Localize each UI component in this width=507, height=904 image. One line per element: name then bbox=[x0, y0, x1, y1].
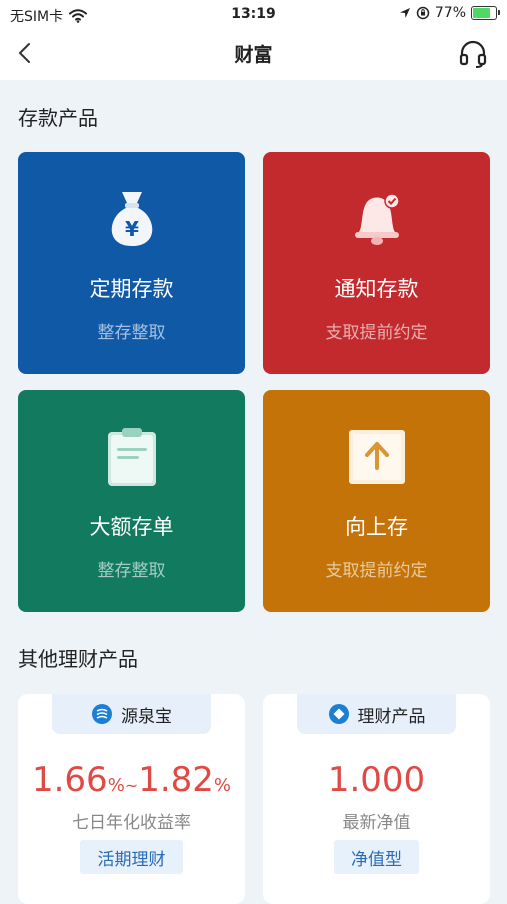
tile-fixed-deposit[interactable]: ¥ 定期存款 整存整取 bbox=[18, 152, 245, 374]
other-section-title: 其他理财产品 bbox=[18, 647, 138, 671]
card-tag-label: 理财产品 bbox=[357, 706, 426, 727]
status-right: 77% bbox=[399, 5, 500, 21]
wealth-product-logo-icon bbox=[328, 704, 349, 724]
range-separator: ~ bbox=[124, 776, 139, 795]
money-bag-icon: ¥ bbox=[111, 192, 152, 246]
card-type-badge: 活期理财 bbox=[80, 840, 183, 874]
status-bar: 无SIM卡 13:19 77% bbox=[0, 0, 507, 30]
yield-low: 1.66 bbox=[31, 760, 108, 800]
arrow-up-icon bbox=[348, 430, 405, 484]
tile-subtitle: 支取提前约定 bbox=[325, 561, 428, 581]
card-caption: 最新净值 bbox=[342, 813, 411, 833]
card-type-badge: 净值型 bbox=[334, 840, 419, 874]
battery-percent: 77% bbox=[434, 5, 466, 21]
nav-bar: 财富 bbox=[0, 30, 507, 80]
card-wealth-product[interactable]: 理财产品 1.000 最新净值 净值型 bbox=[263, 694, 490, 904]
bell-icon bbox=[354, 193, 400, 245]
svg-text:¥: ¥ bbox=[125, 217, 139, 241]
card-yuanquanbao[interactable]: 源泉宝 1.66%~1.82% 七日年化收益率 活期理财 bbox=[18, 694, 245, 904]
headset-support-icon[interactable] bbox=[457, 38, 489, 70]
tile-title: 大额存单 bbox=[89, 515, 174, 539]
percent-sign: % bbox=[107, 775, 125, 796]
card-caption: 七日年化收益率 bbox=[72, 813, 191, 833]
card-tag: 理财产品 bbox=[297, 694, 456, 734]
yuanquanbao-logo-icon bbox=[92, 704, 112, 724]
net-value: 1.000 bbox=[327, 760, 426, 800]
tile-title: 通知存款 bbox=[334, 277, 419, 301]
tile-subtitle: 整存整取 bbox=[97, 561, 166, 581]
yield-high: 1.82 bbox=[138, 760, 214, 800]
tile-large-deposit[interactable]: 大额存单 整存整取 bbox=[18, 390, 245, 612]
tile-step-up-deposit[interactable]: 向上存 支取提前约定 bbox=[263, 390, 490, 612]
deposit-section-title: 存款产品 bbox=[18, 106, 98, 130]
tile-title: 向上存 bbox=[345, 515, 408, 539]
card-tag-label: 源泉宝 bbox=[121, 706, 172, 727]
tile-subtitle: 整存整取 bbox=[97, 323, 166, 343]
clipboard-icon bbox=[107, 428, 156, 486]
page-title: 财富 bbox=[234, 44, 273, 66]
tile-notice-deposit[interactable]: 通知存款 支取提前约定 bbox=[263, 152, 490, 374]
card-tag: 源泉宝 bbox=[52, 694, 211, 734]
yield-range: 1.66%~1.82% bbox=[18, 760, 245, 800]
tile-subtitle: 支取提前约定 bbox=[325, 323, 428, 343]
percent-sign: % bbox=[213, 775, 232, 796]
battery-icon bbox=[471, 6, 500, 20]
location-arrow-icon bbox=[399, 8, 410, 18]
orientation-lock-icon bbox=[416, 6, 430, 20]
tile-title: 定期存款 bbox=[89, 277, 174, 301]
